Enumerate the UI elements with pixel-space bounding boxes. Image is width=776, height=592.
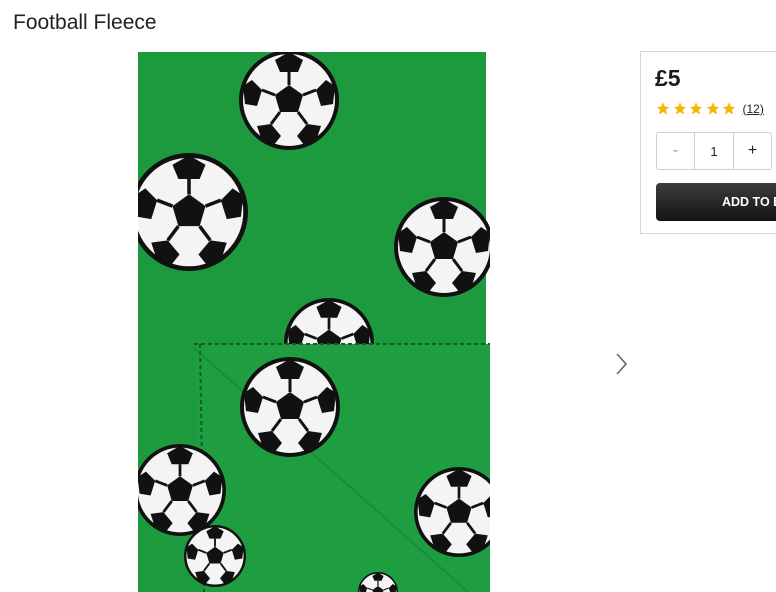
add-to-bag-button[interactable]: ADD TO BAG [656,183,776,221]
decrease-quantity-button[interactable]: - [657,133,695,169]
increase-quantity-button[interactable]: + [733,133,771,169]
star-rating [655,101,738,116]
rating[interactable]: (12) [655,101,764,116]
quantity-input[interactable] [695,133,733,169]
chevron-right-icon[interactable] [610,350,634,378]
price: £5 [655,65,681,91]
product-image[interactable] [138,52,490,592]
buy-box: £5 (12) - + ADD TO BAG [640,51,776,234]
review-count-link[interactable]: (12) [743,102,764,116]
star-icon [722,102,736,115]
star-icon [656,102,670,115]
star-icon [689,102,703,115]
product-title: Football Fleece [13,11,157,34]
quantity-stepper: - + [656,132,772,170]
star-icon [673,102,686,115]
star-icon [706,102,719,115]
